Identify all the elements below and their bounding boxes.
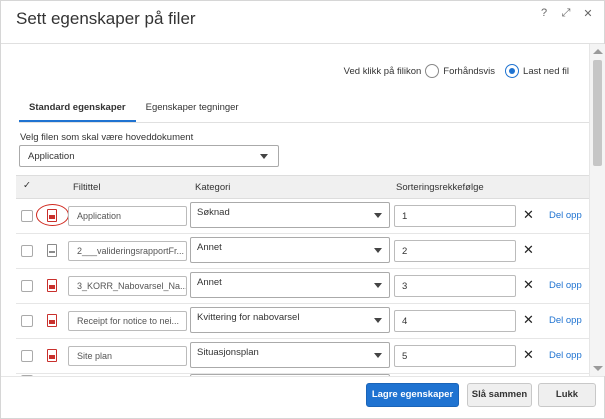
chevron-down-icon — [374, 248, 382, 253]
download-radio-label[interactable]: Last ned fil — [523, 66, 569, 77]
help-icon[interactable]: ? — [538, 7, 550, 20]
merge-button[interactable]: Slå sammen — [467, 383, 532, 407]
annotation-circle — [36, 204, 69, 226]
category-value: Annet — [197, 277, 222, 288]
filename-field[interactable]: Site plan — [68, 346, 187, 366]
chevron-down-icon — [260, 154, 268, 159]
expand-icon[interactable]: ⤢ — [560, 7, 572, 20]
close-button[interactable]: Lukk — [538, 383, 596, 407]
scroll-up-icon[interactable] — [593, 49, 603, 54]
remove-icon[interactable]: ✕ — [523, 347, 534, 363]
category-select[interactable]: Annet — [190, 272, 390, 298]
chevron-down-icon — [374, 353, 382, 358]
dialog-header-icons: ? ⤢ ✕ — [538, 7, 594, 20]
table-row: Application Søknad 1 ✕ Del opp — [16, 200, 589, 234]
sort-order-field[interactable]: 5 — [394, 345, 516, 367]
split-link[interactable]: Del opp — [549, 315, 582, 326]
filename-field[interactable]: Application — [68, 206, 187, 226]
main-document-select[interactable]: Application — [19, 145, 279, 167]
filename-field[interactable]: 2___valideringsrapportFr... — [68, 241, 187, 261]
category-select[interactable]: Kvittering for nabovarsel — [190, 307, 390, 333]
row-checkbox[interactable] — [21, 315, 33, 327]
category-value: Situasjonsplan — [197, 347, 259, 358]
filename-field[interactable]: Receipt for notice to nei... — [68, 311, 187, 331]
remove-icon[interactable]: ✕ — [523, 312, 534, 328]
save-properties-button[interactable]: Lagre egenskaper — [366, 383, 459, 407]
row-checkbox[interactable] — [21, 280, 33, 292]
row-checkbox[interactable] — [21, 245, 33, 257]
click-option-label: Ved klikk på filikon — [343, 65, 422, 77]
table-row: Receipt for notice to nei... Kvittering … — [16, 305, 589, 339]
properties-dialog: Sett egenskaper på filer ? ⤢ ✕ Ved klikk… — [0, 0, 605, 419]
chevron-down-icon — [374, 213, 382, 218]
category-select[interactable]: Søknad — [190, 202, 390, 228]
table-row: 2___valideringsrapportFr... Annet 2 ✕ — [16, 235, 589, 269]
download-radio[interactable] — [505, 64, 520, 78]
pdf-icon[interactable] — [47, 349, 57, 362]
tab-drawing-properties[interactable]: Egenskaper tegninger — [136, 100, 249, 122]
scrollbar-thumb[interactable] — [593, 60, 602, 166]
table-row: 3_KORR_Nabovarsel_Na... Annet 3 ✕ Del op… — [16, 270, 589, 304]
sort-order-field[interactable]: 4 — [394, 310, 516, 332]
preview-radio-label[interactable]: Forhåndsvis — [443, 66, 495, 77]
split-link[interactable]: Del opp — [549, 350, 582, 361]
chevron-down-icon — [374, 318, 382, 323]
table-row: Site plan Situasjonsplan 5 ✕ Del opp — [16, 340, 589, 374]
chevron-down-icon — [374, 283, 382, 288]
remove-icon[interactable]: ✕ — [523, 277, 534, 293]
pdf-icon[interactable] — [47, 314, 57, 327]
split-link[interactable]: Del opp — [549, 210, 582, 221]
filename-column-header: Filtittel — [73, 182, 101, 193]
tab-standard-properties[interactable]: Standard egenskaper — [19, 100, 136, 122]
file-table-header: ✓ Filtittel Kategori Sorteringsrekkefølg… — [16, 175, 589, 199]
main-document-value: Application — [28, 151, 75, 162]
footer-divider — [1, 376, 604, 377]
category-select[interactable]: Annet — [190, 237, 390, 263]
category-value: Kvittering for nabovarsel — [197, 312, 300, 323]
category-select[interactable]: Situasjonsplan — [190, 342, 390, 368]
category-value: Søknad — [197, 207, 230, 218]
category-column-header: Kategori — [195, 182, 231, 193]
remove-icon[interactable]: ✕ — [523, 207, 534, 223]
tab-bar: Standard egenskaper Egenskaper tegninger — [19, 100, 249, 122]
filename-field[interactable]: 3_KORR_Nabovarsel_Na... — [68, 276, 187, 296]
remove-icon[interactable]: ✕ — [523, 242, 534, 258]
dialog-body: Ved klikk på filikon Forhåndsvis Last ne… — [1, 44, 589, 376]
sort-column-header: Sorteringsrekkefølge — [396, 182, 484, 193]
preview-radio[interactable] — [425, 64, 440, 78]
split-link[interactable]: Del opp — [549, 280, 582, 291]
row-checkbox[interactable] — [21, 350, 33, 362]
file-icon-click-option: Ved klikk på filikon Forhåndsvis Last ne… — [344, 64, 575, 78]
scroll-down-icon[interactable] — [593, 366, 603, 371]
select-all-check-icon[interactable]: ✓ — [23, 180, 31, 191]
sort-order-field[interactable]: 3 — [394, 275, 516, 297]
category-value: Annet — [197, 242, 222, 253]
sort-order-field[interactable]: 1 — [394, 205, 516, 227]
close-icon[interactable]: ✕ — [582, 7, 594, 20]
main-document-label: Velg filen som skal være hoveddokument — [20, 132, 194, 143]
sort-order-field[interactable]: 2 — [394, 240, 516, 262]
row-checkbox[interactable] — [21, 210, 33, 222]
dialog-title: Sett egenskaper på filer — [16, 9, 196, 28]
pdf-icon[interactable] — [47, 279, 57, 292]
vertical-scrollbar[interactable] — [589, 44, 605, 376]
xml-file-icon[interactable] — [47, 244, 57, 257]
tabs-divider — [19, 122, 589, 123]
